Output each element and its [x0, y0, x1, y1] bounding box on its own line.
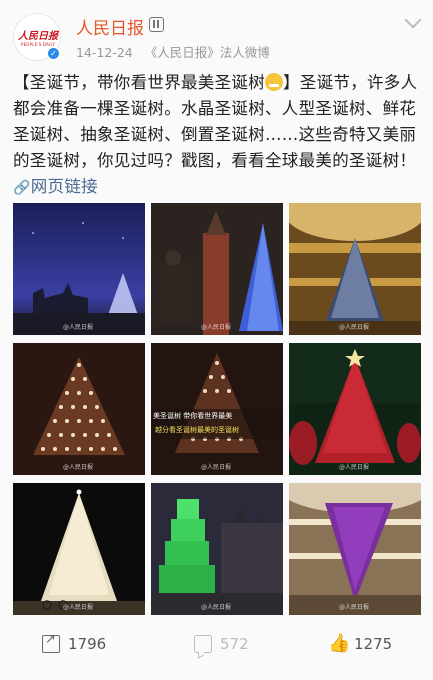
image-gallery-dome-tree[interactable]: @人民日报: [289, 203, 421, 335]
action-bar: 1796 572 👍 1275: [0, 622, 433, 670]
watermark: @人民日报: [339, 604, 370, 611]
image-green-crystal-tree[interactable]: @人民日报: [151, 483, 283, 615]
link-icon[interactable]: 🔗: [13, 180, 31, 196]
web-link[interactable]: 网页链接: [31, 177, 98, 196]
image-people-tree-caption[interactable]: 美圣诞树 带你看世界最美 越分看圣诞树最美的圣诞树 @人民日报: [151, 343, 283, 475]
watermark: @人民日报: [201, 604, 232, 611]
repost-count: 1796: [68, 635, 107, 653]
watermark: @人民日报: [201, 324, 232, 331]
post-text: 【圣诞节，带你看世界最美圣诞树 】圣诞节，许多人都会准备一棵圣诞树。水晶圣诞树、人…: [13, 70, 421, 201]
watermark: @人民日报: [201, 464, 232, 471]
image-upside-down-tree[interactable]: @人民日报: [289, 483, 421, 615]
image-red-flower-tree[interactable]: @人民日报: [289, 343, 421, 475]
account-name[interactable]: 人民日报: [76, 14, 144, 39]
watermark: @人民日报: [339, 324, 370, 331]
image-caption-line2: 越分看圣诞树最美的圣诞树: [155, 426, 239, 434]
image-statue-tower-tree[interactable]: @人民日报: [151, 203, 283, 335]
like-count: 1275: [354, 635, 393, 653]
image-caption-line1: 美圣诞树 带你看世界最美: [153, 412, 233, 420]
image-people-tree[interactable]: @人民日报: [13, 343, 145, 475]
repost-icon: [42, 632, 60, 653]
post-meta: 14-12-24 《人民日报》法人微博: [76, 42, 278, 61]
comment-icon: [194, 635, 212, 653]
post-source: 《人民日报》法人微博: [144, 45, 270, 60]
repost-button[interactable]: 1796: [42, 632, 106, 656]
watermark: @人民日报: [63, 324, 94, 331]
chevron-down-icon[interactable]: [404, 11, 422, 29]
comment-button[interactable]: 572: [194, 632, 249, 656]
watermark: @人民日报: [339, 464, 370, 471]
vip-badge-icon: [149, 17, 164, 32]
post-text-part1: 【圣诞节，带你看世界最美圣诞树: [13, 73, 265, 92]
comment-count: 572: [220, 635, 249, 653]
watermark: @人民日报: [63, 604, 94, 611]
watermark: @人民日报: [63, 464, 94, 471]
image-grid: @人民日报 @人民日报 @人民日报 @人民日报 美圣诞树 带你看世界最美 越分看…: [13, 203, 421, 615]
weibo-post-card: 人民日报 PEOPLE'S DAILY ✓ 人民日报 14-12-24 《人民日…: [0, 0, 433, 680]
shy-smile-emoji-icon: [265, 73, 283, 91]
image-castle-night-tree[interactable]: @人民日报: [13, 203, 145, 335]
image-stadium-tree[interactable]: @人民日报: [13, 483, 145, 615]
avatar-logo: 人民日报: [18, 31, 58, 42]
verified-badge-icon: ✓: [46, 46, 61, 61]
thumbs-up-icon: 👍: [328, 633, 351, 654]
post-date: 14-12-24: [76, 45, 133, 60]
like-button[interactable]: 👍 1275: [328, 632, 392, 656]
